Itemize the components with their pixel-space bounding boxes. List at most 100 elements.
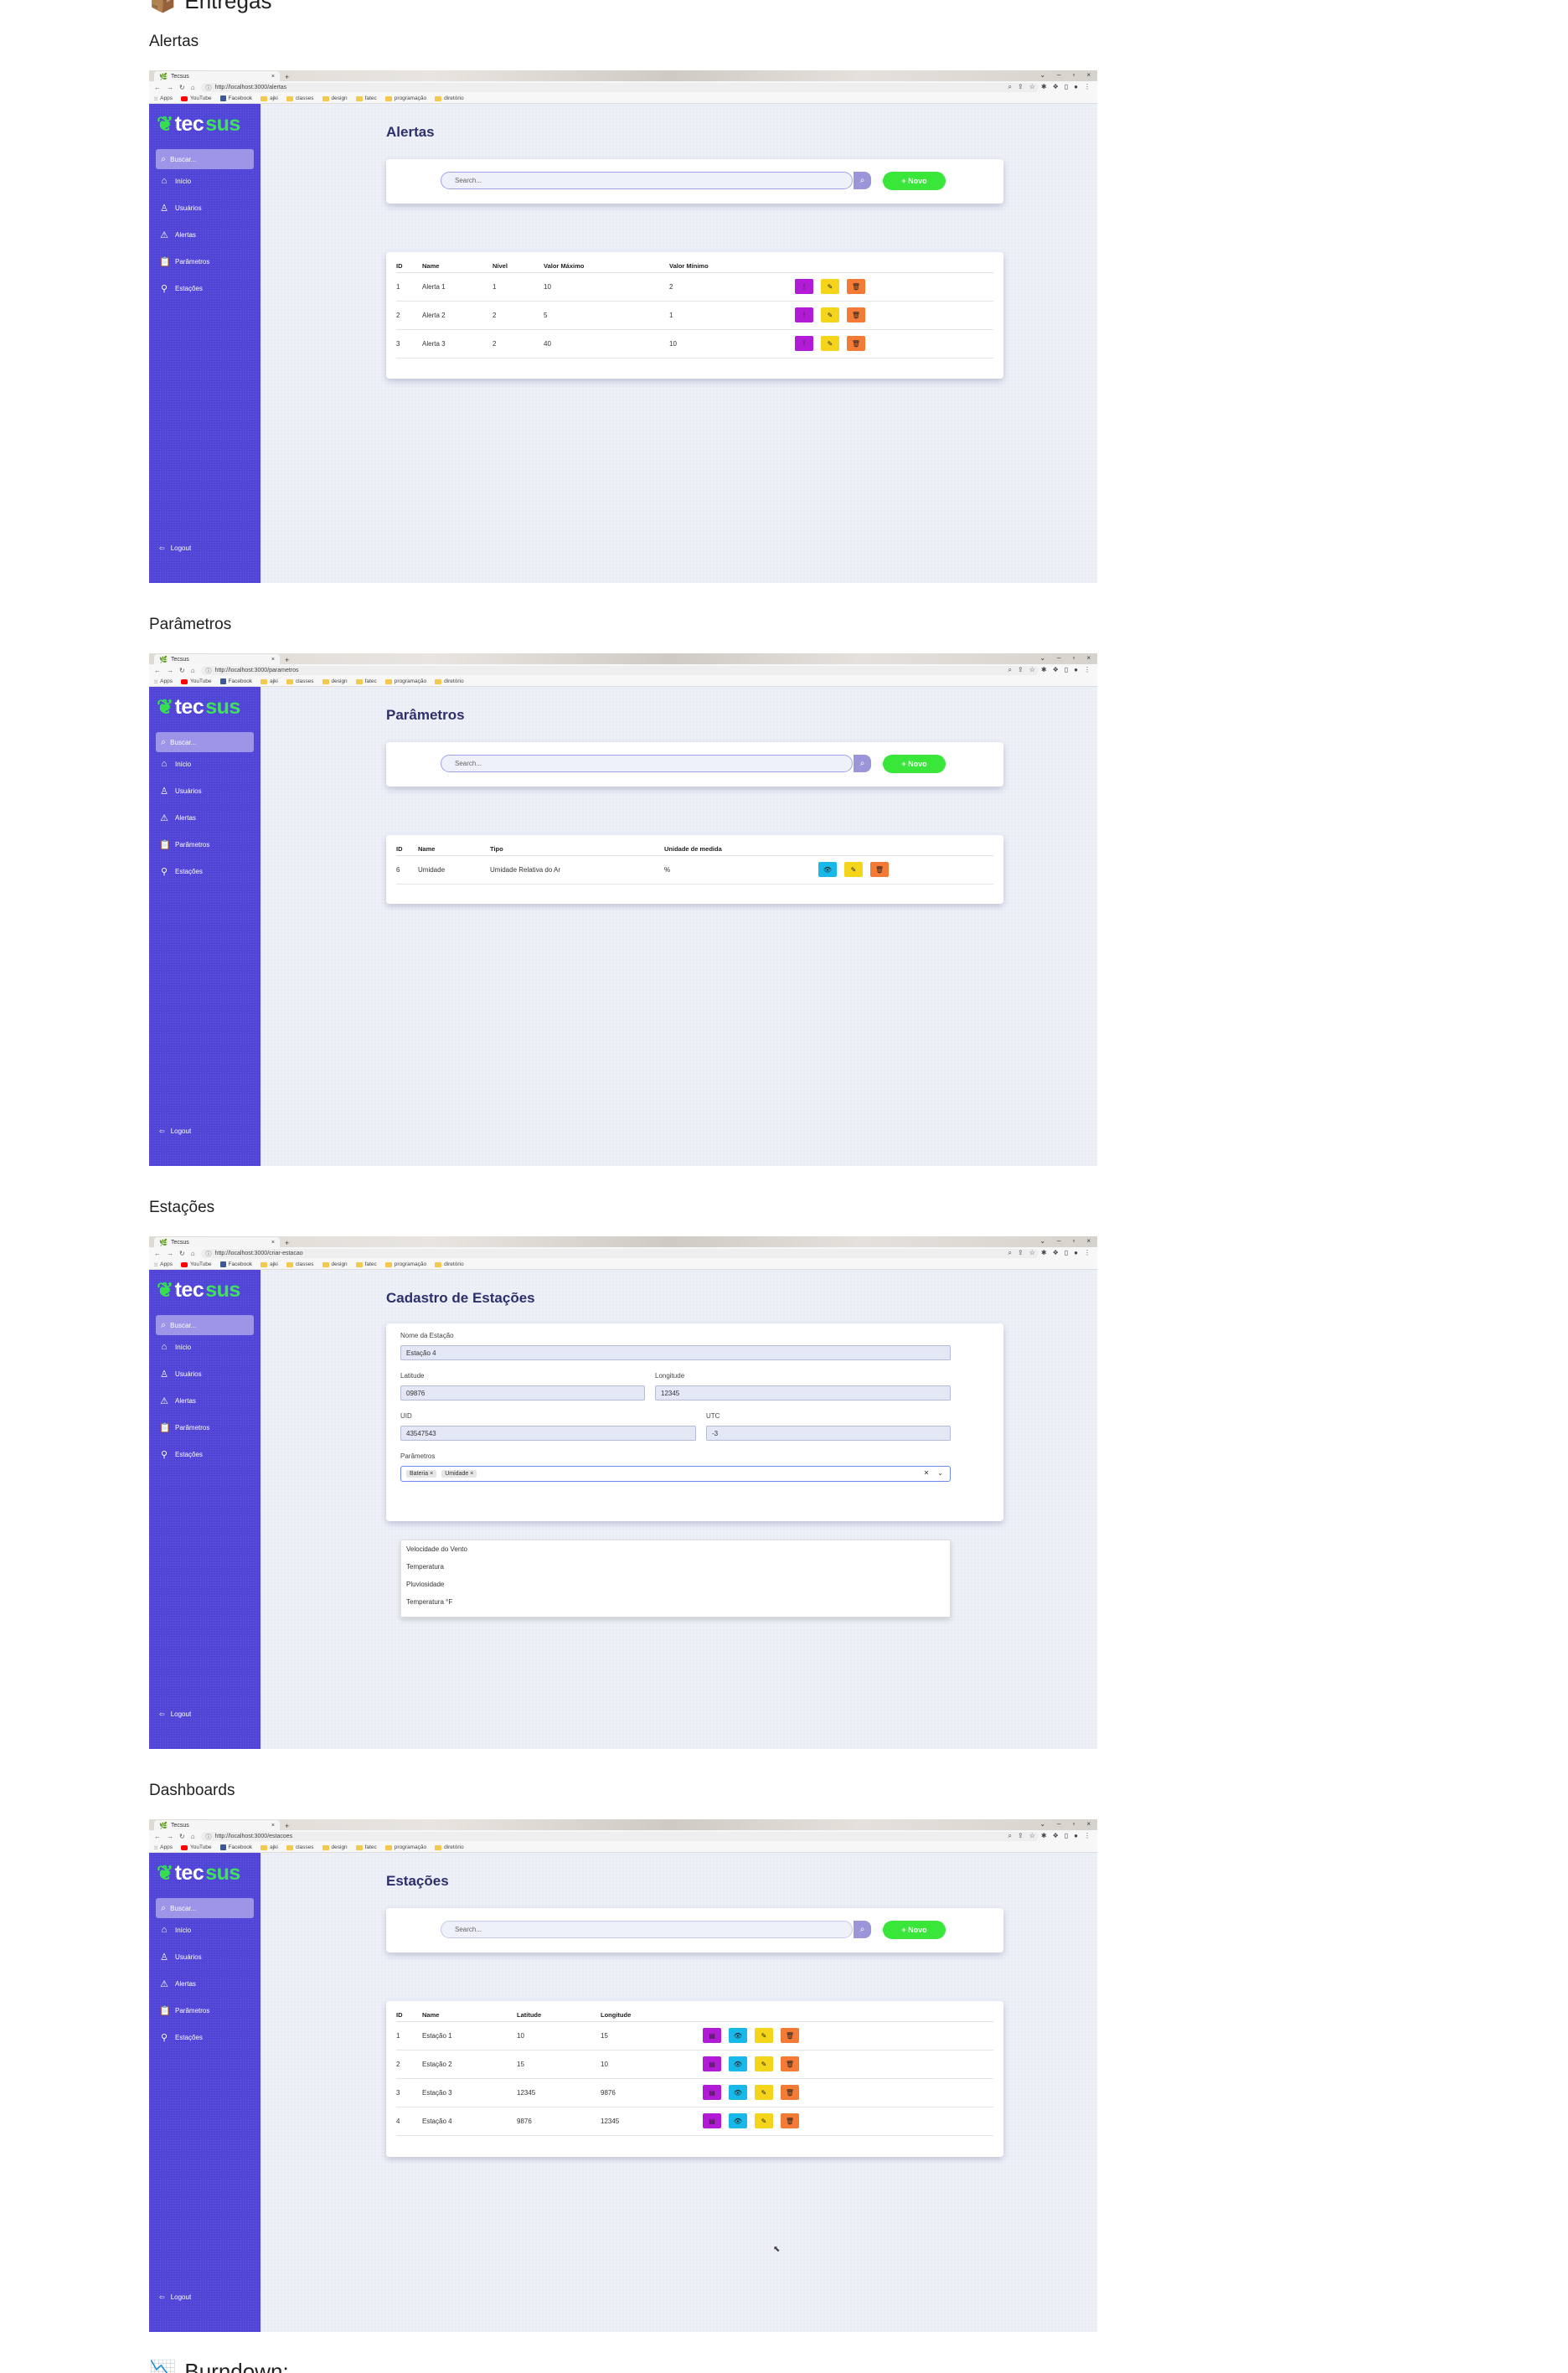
delete-button[interactable]: 🗑 <box>847 307 865 322</box>
sidebar-item-parametros[interactable]: 📋 Parâmetros <box>159 256 209 267</box>
alert-button[interactable]: ! <box>795 336 813 351</box>
bookmark-item[interactable]: fatec <box>355 1261 377 1267</box>
minimize-icon[interactable]: – <box>1057 1237 1060 1245</box>
clear-icon[interactable]: ✕ <box>924 1469 930 1477</box>
delete-button[interactable]: 🗑 <box>781 2028 799 2043</box>
sidebar-item-parametros[interactable]: 📋 Parâmetros <box>159 839 209 850</box>
address-bar[interactable]: ⓘ http://localhost:3000/criar-estacao <box>200 1249 1039 1258</box>
dropdown-option[interactable]: Pluviosidade <box>401 1576 950 1593</box>
remove-chip-icon[interactable]: × <box>430 1471 433 1477</box>
bookmark-item[interactable]: diretório <box>435 678 464 684</box>
back-icon[interactable]: ← <box>154 1833 161 1840</box>
sidebar-item-alertas[interactable]: ⚠ Alertas <box>159 1978 196 1989</box>
sidebar-item-parametros[interactable]: 📋 Parâmetros <box>159 1422 209 1433</box>
search-icon[interactable]: ⌕ <box>854 755 871 772</box>
address-bar[interactable]: ⓘ http://localhost:3000/alertas <box>200 83 1039 92</box>
home-nav-icon[interactable]: ⌂ <box>191 667 195 674</box>
edit-button[interactable]: ✎ <box>755 2085 773 2100</box>
back-icon[interactable]: ← <box>154 1250 161 1257</box>
browser-tab[interactable]: 🌿 Tecsus × <box>154 654 280 664</box>
alert-button[interactable]: ! <box>795 279 813 294</box>
edit-button[interactable]: ✎ <box>755 2028 773 2043</box>
bookmark-item[interactable]: classes <box>286 678 314 684</box>
bookmark-item[interactable]: ⁝⁝ Apps <box>154 1844 173 1851</box>
maximize-icon[interactable]: ▫ <box>1072 654 1075 662</box>
chevron-down-icon[interactable]: ⌄ <box>937 1469 943 1477</box>
delete-button[interactable]: 🗑 <box>781 2113 799 2128</box>
forward-icon[interactable]: → <box>167 1250 173 1257</box>
sidepanel-icon[interactable]: ▯ <box>1065 83 1068 91</box>
maximize-icon[interactable]: ▫ <box>1072 71 1075 79</box>
sidebar-search-button[interactable]: ⌕ Buscar... <box>156 732 254 752</box>
sidebar-item-usuarios[interactable]: ♙ Usuários <box>159 203 202 214</box>
menu-icon[interactable]: ⋮ <box>1084 666 1091 674</box>
search-input[interactable]: Search... <box>441 755 853 772</box>
logout-button[interactable]: ⇦ Logout <box>159 1710 191 1718</box>
bookmark-item[interactable]: design <box>322 1844 348 1850</box>
dropdown-option[interactable]: Temperatura °F <box>401 1593 950 1611</box>
sidebar-item-inicio[interactable]: ⌂ Início <box>159 176 191 186</box>
sidebar-item-alertas[interactable]: ⚠ Alertas <box>159 812 196 823</box>
home-nav-icon[interactable]: ⌂ <box>191 1250 195 1257</box>
search-icon[interactable]: ⌕ <box>854 172 871 189</box>
star-icon[interactable]: ☆ <box>1029 1832 1035 1840</box>
search-input[interactable]: Search... <box>441 1921 853 1938</box>
reload-icon[interactable]: ↻ <box>179 84 185 91</box>
share-icon[interactable]: ⇪ <box>1018 1832 1024 1840</box>
bookmark-item[interactable]: design <box>322 95 348 101</box>
address-bar[interactable]: ⓘ http://localhost:3000/parametros <box>200 666 1039 675</box>
puzzle-icon[interactable]: ❖ <box>1053 1832 1059 1840</box>
bookmark-item[interactable]: classes <box>286 1844 314 1850</box>
bookmark-item[interactable]: diretório <box>435 95 464 101</box>
profile-icon[interactable]: ● <box>1074 1832 1078 1840</box>
parametros-multiselect[interactable]: Bateria × Umidade × ✕ ⌄ <box>400 1466 951 1482</box>
logout-button[interactable]: ⇦ Logout <box>159 1127 191 1135</box>
bookmark-item[interactable]: design <box>322 1261 348 1267</box>
latitude-input[interactable]: 09876 <box>400 1385 645 1401</box>
delete-button[interactable]: 🗑 <box>847 336 865 351</box>
new-tab-button[interactable]: + <box>285 1239 289 1247</box>
new-tab-button[interactable]: + <box>285 73 289 81</box>
dashboard-button[interactable]: ▤ <box>703 2028 721 2043</box>
close-window-icon[interactable]: × <box>1086 1237 1091 1245</box>
bookmark-item[interactable]: YouTube <box>180 95 212 101</box>
edit-button[interactable]: ✎ <box>821 279 839 294</box>
star-icon[interactable]: ☆ <box>1029 83 1035 91</box>
edit-button[interactable]: ✎ <box>755 2113 773 2128</box>
bookmark-item[interactable]: ajki <box>260 678 278 684</box>
extension-icon[interactable]: ✱ <box>1041 666 1047 674</box>
view-button[interactable]: 👁 <box>818 862 837 877</box>
zoom-icon[interactable]: ⌕ <box>1008 666 1012 674</box>
browser-tab[interactable]: 🌿 Tecsus × <box>154 71 280 81</box>
chevron-down-icon[interactable]: ⌄ <box>1039 1237 1045 1245</box>
bookmark-item[interactable]: fatec <box>355 1844 377 1850</box>
bookmark-item[interactable]: Facebook <box>219 1844 252 1850</box>
bookmark-item[interactable]: ⁝⁝ Apps <box>154 95 173 102</box>
sidebar-item-usuarios[interactable]: ♙ Usuários <box>159 786 202 797</box>
remove-chip-icon[interactable]: × <box>470 1471 473 1477</box>
maximize-icon[interactable]: ▫ <box>1072 1237 1075 1245</box>
menu-icon[interactable]: ⋮ <box>1084 1832 1091 1840</box>
minimize-icon[interactable]: – <box>1057 654 1060 662</box>
share-icon[interactable]: ⇪ <box>1018 666 1024 674</box>
minimize-icon[interactable]: – <box>1057 1820 1060 1828</box>
forward-icon[interactable]: → <box>167 84 173 91</box>
forward-icon[interactable]: → <box>167 667 173 674</box>
bookmark-item[interactable]: design <box>322 678 348 684</box>
browser-tab[interactable]: 🌿 Tecsus × <box>154 1820 280 1830</box>
search-icon[interactable]: ⌕ <box>854 1921 871 1938</box>
maximize-icon[interactable]: ▫ <box>1072 1820 1075 1828</box>
back-icon[interactable]: ← <box>154 667 161 674</box>
search-input[interactable]: Search... <box>441 172 853 189</box>
close-tab-icon[interactable]: × <box>271 74 275 80</box>
view-button[interactable]: 👁 <box>729 2028 747 2043</box>
dropdown-option[interactable]: Temperatura <box>401 1558 950 1576</box>
bookmark-item[interactable]: programação <box>384 678 426 684</box>
bookmark-item[interactable]: classes <box>286 1261 314 1267</box>
extension-icon[interactable]: ✱ <box>1041 83 1047 91</box>
zoom-icon[interactable]: ⌕ <box>1008 1832 1012 1840</box>
bookmark-item[interactable]: ajki <box>260 1844 278 1850</box>
alert-button[interactable]: ! <box>795 307 813 322</box>
zoom-icon[interactable]: ⌕ <box>1008 83 1012 91</box>
close-window-icon[interactable]: × <box>1086 71 1091 79</box>
